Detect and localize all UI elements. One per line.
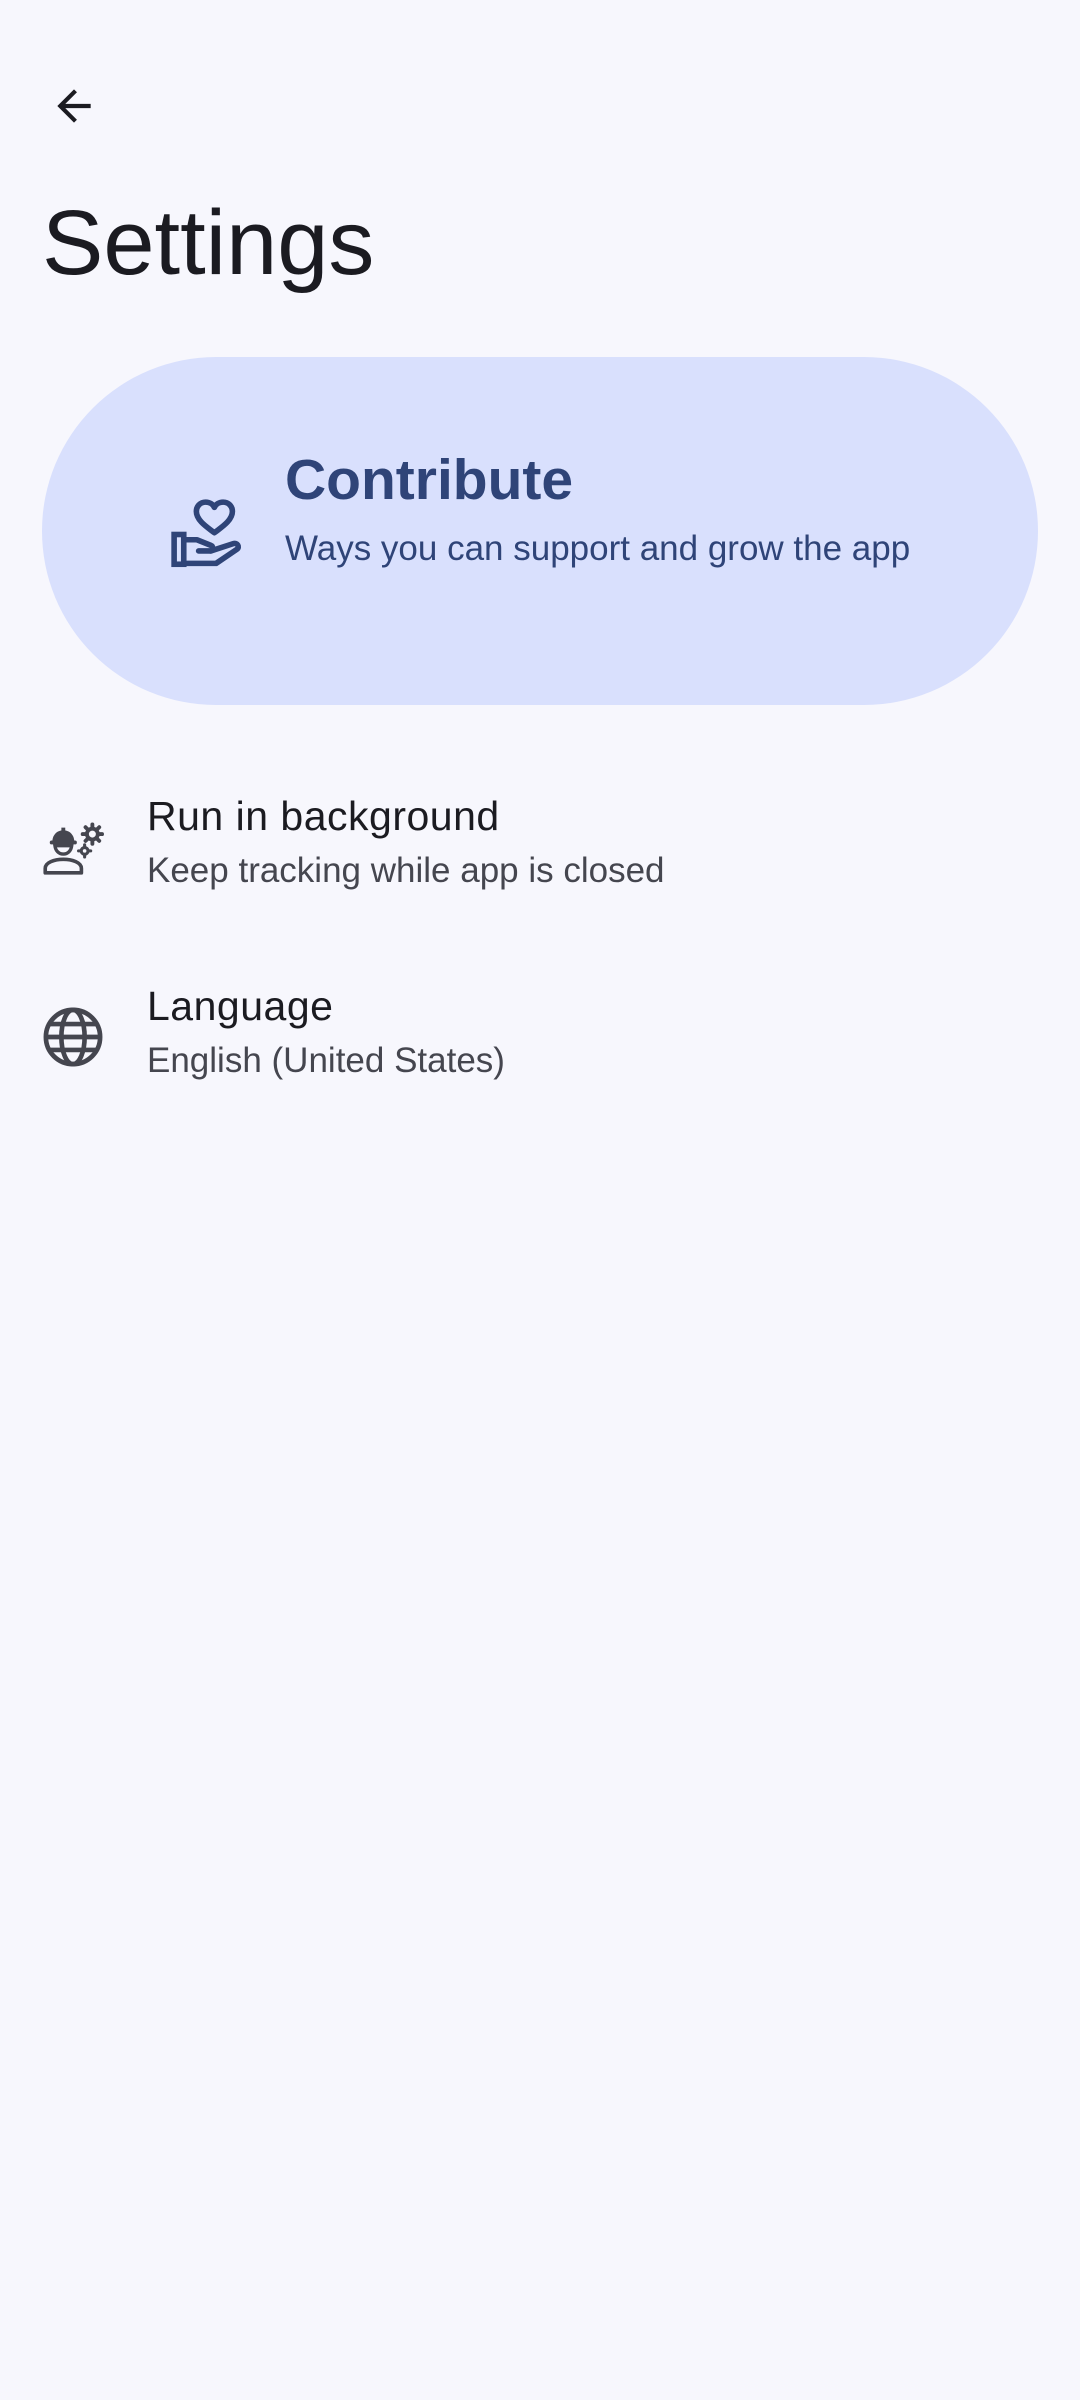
- setting-subtitle: Keep tracking while app is closed: [147, 851, 665, 890]
- worker-gears-icon: [43, 822, 104, 875]
- contribute-title: Contribute: [285, 448, 574, 512]
- setting-title: Run in background: [147, 793, 500, 839]
- setting-title: Language: [147, 983, 334, 1029]
- contribute-description: Ways you can support and grow the app: [285, 529, 911, 568]
- page-title: Settings: [42, 192, 375, 294]
- setting-subtitle: English (United States): [147, 1041, 505, 1080]
- contribute-card[interactable]: Contribute Ways you can support and grow…: [42, 357, 1038, 705]
- globe-icon: [43, 1007, 103, 1067]
- setting-language[interactable]: Language English (United States): [0, 960, 1080, 1120]
- back-button[interactable]: [32, 64, 116, 148]
- setting-run-in-background[interactable]: Run in background Keep tracking while ap…: [0, 770, 1080, 930]
- heart-hand-icon: [171, 499, 242, 568]
- arrow-back-icon: [57, 89, 91, 123]
